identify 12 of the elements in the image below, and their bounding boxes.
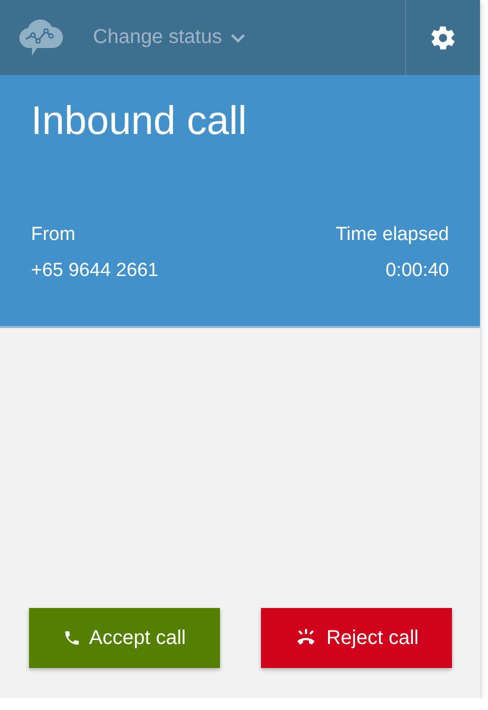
reject-call-button[interactable]: Reject call xyxy=(261,608,452,668)
from-label: From xyxy=(31,224,76,246)
cloud-logo-icon xyxy=(17,18,65,58)
change-status-button[interactable]: Change status xyxy=(0,0,405,75)
settings-icon xyxy=(429,24,457,52)
chevron-down-icon xyxy=(230,32,246,42)
caller-number: +65 9644 2661 xyxy=(31,260,158,282)
phone-icon xyxy=(63,629,82,647)
accept-call-button[interactable]: Accept call xyxy=(29,608,220,668)
time-elapsed-label: Time elapsed xyxy=(336,224,449,246)
call-title: Inbound call xyxy=(31,98,248,145)
elapsed-time: 0:00:40 xyxy=(386,260,449,282)
